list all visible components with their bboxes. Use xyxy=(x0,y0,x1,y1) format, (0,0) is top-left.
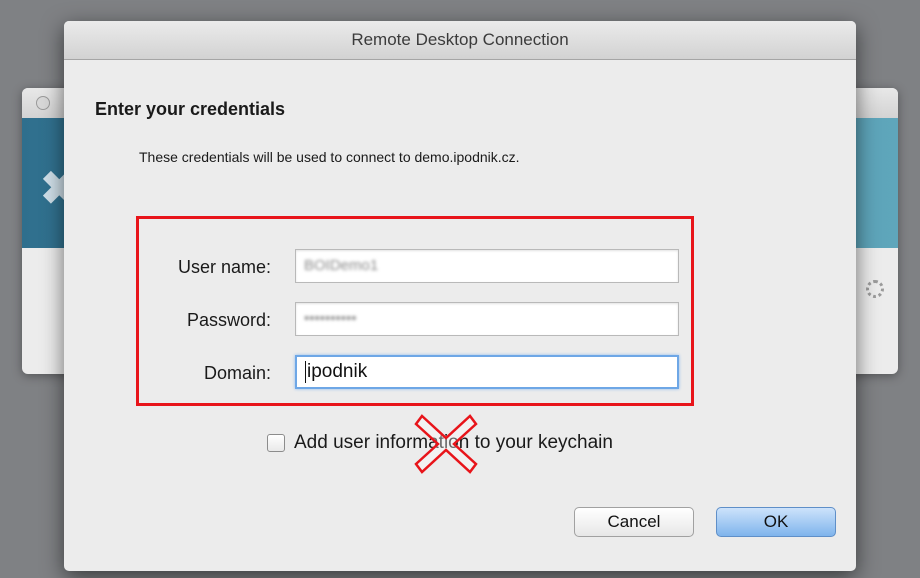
domain-label: Domain: xyxy=(203,363,271,383)
spinner-icon xyxy=(866,280,884,298)
username-label: User name: xyxy=(177,257,271,277)
keychain-checkbox[interactable] xyxy=(267,434,285,452)
password-value: •••••••••• xyxy=(304,310,357,327)
password-label: Password: xyxy=(186,310,271,330)
dialog-description: These credentials will be used to connec… xyxy=(139,149,520,165)
cancel-button[interactable]: Cancel xyxy=(574,507,694,537)
text-caret xyxy=(305,360,306,383)
red-x-icon xyxy=(414,414,478,474)
username-value: BOIDemo1 xyxy=(304,257,379,274)
domain-field[interactable]: ipodnik xyxy=(295,355,679,389)
dialog-heading: Enter your credentials xyxy=(95,99,286,119)
close-icon[interactable] xyxy=(36,96,50,110)
username-field[interactable]: BOIDemo1 xyxy=(295,249,679,283)
ok-button[interactable]: OK xyxy=(716,507,836,537)
password-field[interactable]: •••••••••• xyxy=(295,302,679,336)
window-title: Remote Desktop Connection xyxy=(64,21,856,60)
credentials-dialog: Remote Desktop Connection Enter your cre… xyxy=(64,21,856,571)
domain-value: ipodnik xyxy=(307,361,368,382)
